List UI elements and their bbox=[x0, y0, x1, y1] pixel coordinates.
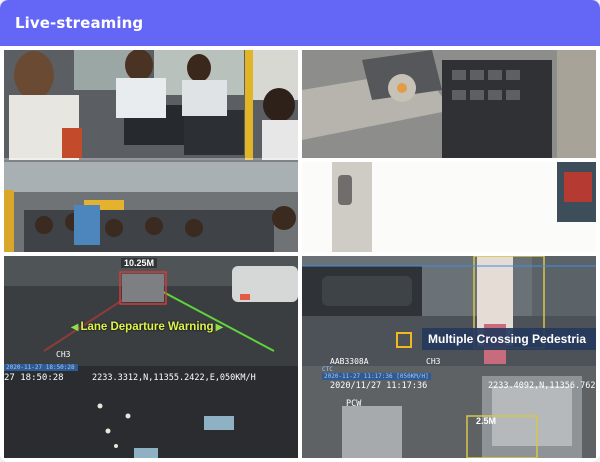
driver-cabin-image bbox=[302, 50, 596, 252]
card-title: Live-streaming bbox=[15, 14, 144, 32]
pedestrian-warning-banner: Multiple Crossing Pedestria bbox=[422, 328, 596, 350]
lane-warning-label: Lane Departure Warning bbox=[80, 321, 214, 333]
lane-departure-image bbox=[4, 256, 298, 458]
plate-label: AAB3308A bbox=[330, 357, 369, 366]
timestamp-label: 27 18:50:28 bbox=[4, 373, 64, 383]
detection-distance-label: 10.25M bbox=[121, 258, 158, 268]
arrow-left-icon: ◀ bbox=[70, 321, 79, 333]
video-feed-pedestrian-detection[interactable]: Multiple Crossing Pedestria 2.5M AAB3308… bbox=[302, 256, 596, 458]
gps-readout: 2233.4092,N,11356.7625,E,000 bbox=[488, 381, 596, 391]
timestamp-small: 2020-11-27 11:17:36 [050KM/H] bbox=[322, 373, 431, 380]
timestamp-label: 2020/11/27 11:17:36 bbox=[330, 381, 428, 391]
arrow-right-icon: ▶ bbox=[215, 321, 224, 333]
video-feed-bus-interior[interactable] bbox=[4, 50, 298, 252]
warning-square-icon bbox=[396, 332, 412, 348]
video-grid: 10.25M ◀ Lane Departure Warning ▶ CH3 20… bbox=[0, 46, 600, 462]
timestamp-small: 2020-11-27 18:50:28 [SIM/KM/H] bbox=[4, 364, 78, 371]
video-feed-driver-cabin[interactable] bbox=[302, 50, 596, 252]
channel-label: CH3 bbox=[56, 350, 71, 359]
card-header: Live-streaming bbox=[0, 0, 600, 46]
corner-code-label: CTC bbox=[322, 366, 333, 373]
detection-distance-label: 2.5M bbox=[476, 416, 497, 426]
gps-readout: 2233.3312,N,11355.2422,E,050KM/H bbox=[92, 373, 256, 383]
event-code-label: PCW bbox=[346, 399, 362, 409]
pedestrian-warning-label: Multiple Crossing Pedestria bbox=[428, 332, 587, 346]
bus-interior-image bbox=[4, 50, 298, 252]
video-feed-lane-departure[interactable]: 10.25M ◀ Lane Departure Warning ▶ CH3 20… bbox=[4, 256, 298, 458]
channel-label: CH3 bbox=[426, 357, 441, 366]
lane-warning-banner: ◀ Lane Departure Warning ▶ bbox=[62, 319, 232, 335]
live-streaming-card: Live-streaming 10.25M ◀ Lane Departure W… bbox=[0, 0, 600, 462]
